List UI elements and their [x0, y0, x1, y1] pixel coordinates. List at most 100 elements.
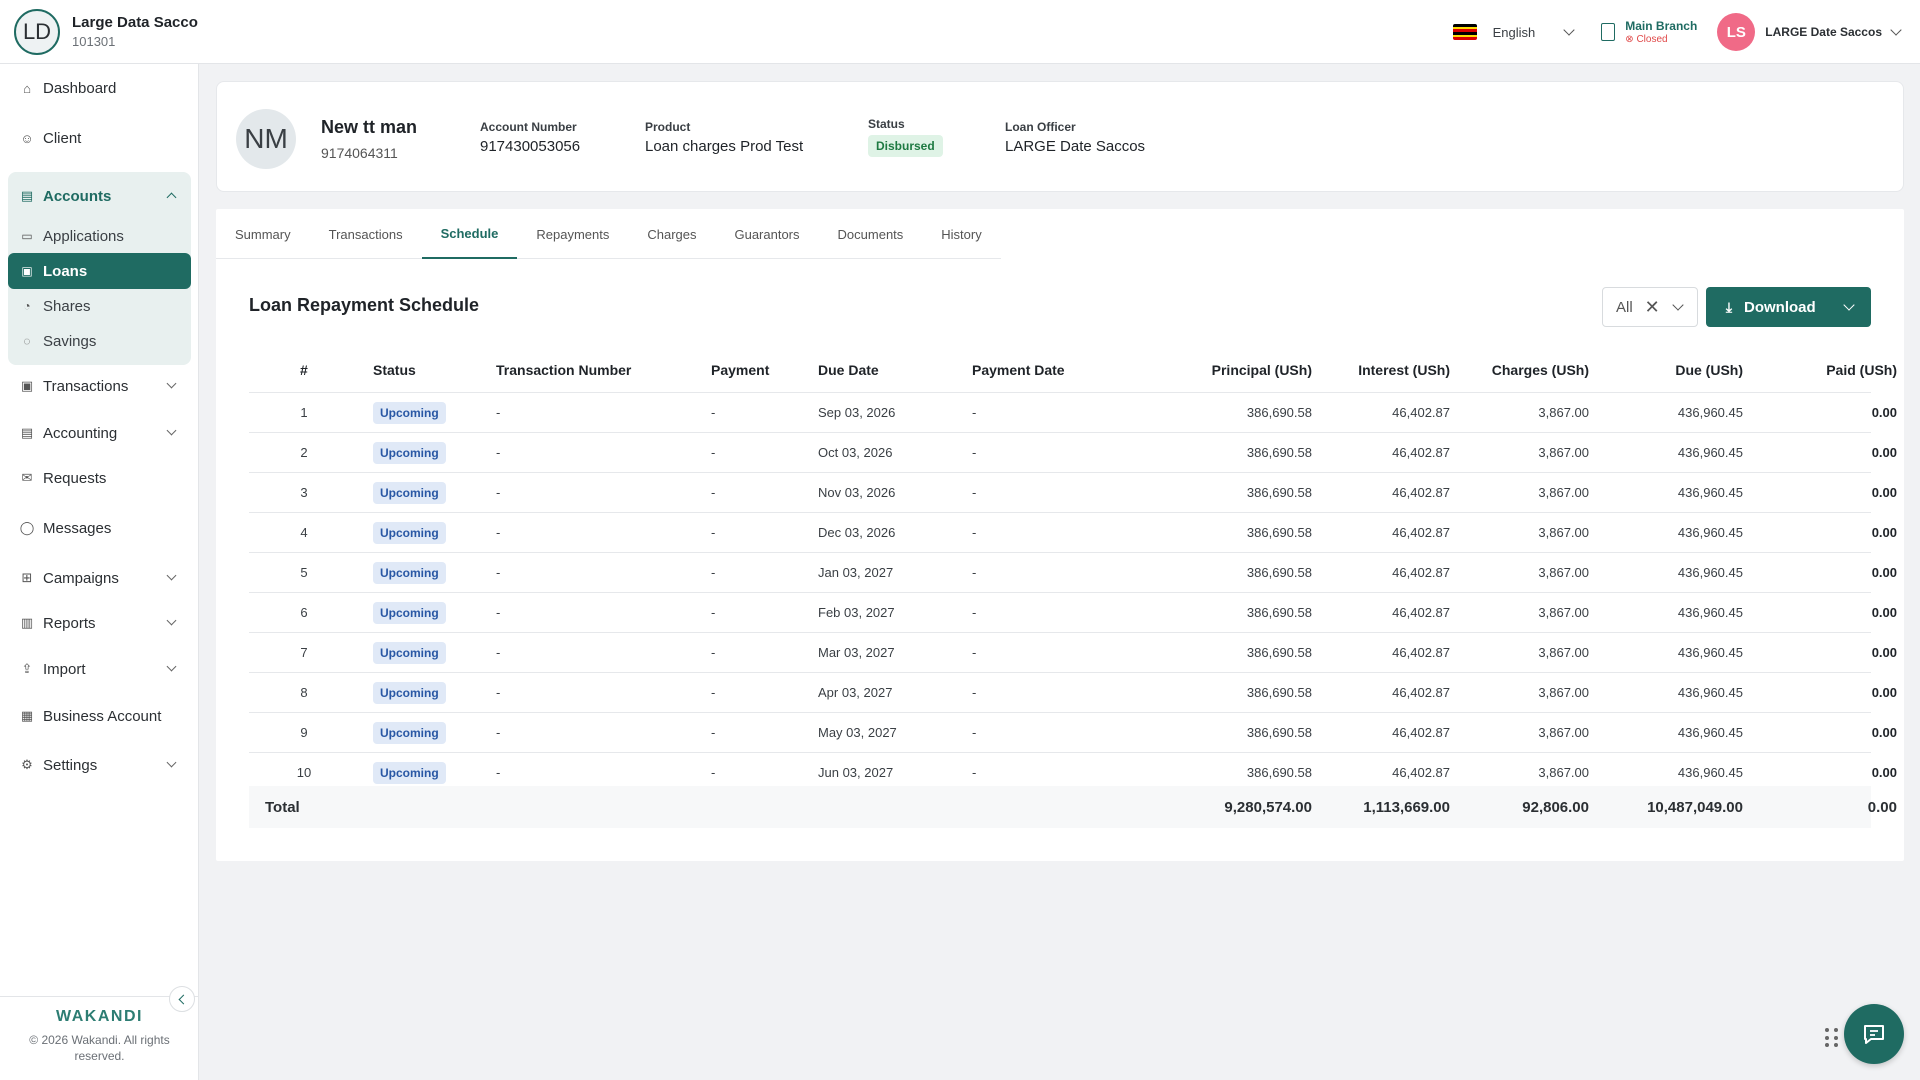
sidebar-item-client[interactable]: ☺ Client	[8, 120, 191, 156]
chevron-down-icon[interactable]	[1890, 24, 1902, 36]
sidebar-item-label: Reports	[43, 614, 96, 632]
table-row[interactable]: 6 Upcoming - - Feb 03, 2027 - 386,690.58 46,402…	[249, 593, 1897, 633]
loan-icon: ▣	[21, 264, 33, 278]
table-row[interactable]: 4 Upcoming - - Dec 03, 2026 - 386,690.58 46,402…	[249, 513, 1897, 553]
schedule-panel: Summary Transactions Schedule Repayments…	[216, 209, 1904, 861]
chevron-down-icon[interactable]	[1843, 299, 1855, 311]
row-number: 8	[300, 685, 308, 700]
status-badge: Upcoming	[373, 721, 446, 744]
sidebar-item-label: Messages	[43, 519, 112, 537]
sidebar-item-shares[interactable]: ◔ Shares	[8, 288, 191, 324]
gear-icon: ⚙	[21, 757, 33, 772]
row-due-date: Jan 03, 2027	[818, 565, 894, 580]
sidebar-item-reports[interactable]: ▥ Reports	[8, 605, 191, 641]
support-chat-button[interactable]	[1844, 1004, 1904, 1064]
row-status: Upcoming	[373, 473, 446, 512]
status-field: Status Disbursed	[868, 117, 943, 157]
column-header: Paid (USh)	[1826, 361, 1897, 378]
tab-repayments[interactable]: Repayments	[517, 209, 628, 259]
total-charges: 92,806.00	[1522, 798, 1589, 816]
branch-status-text: Closed	[1636, 34, 1668, 45]
sidebar-item-label: Accounting	[43, 424, 118, 442]
column-header: Interest (USh)	[1358, 361, 1450, 378]
row-due-date: Dec 03, 2026	[818, 525, 896, 540]
sidebar-item-label: Campaigns	[43, 569, 119, 587]
row-due: 436,960.45	[1677, 525, 1743, 540]
sidebar-item-accounts[interactable]: ▤ Accounts	[8, 178, 191, 214]
sidebar-item-label: Savings	[43, 332, 97, 350]
row-paid: 0.00	[1871, 485, 1897, 500]
status-badge: Disbursed	[868, 135, 943, 157]
table-row[interactable]: 2 Upcoming - - Oct 03, 2026 - 386,690.58 46,402…	[249, 433, 1897, 473]
chevron-down-icon[interactable]	[1672, 299, 1684, 311]
user-name[interactable]: LARGE Date Saccos	[1765, 25, 1882, 39]
row-charges: 3,867.00	[1538, 565, 1589, 580]
chevron-left-icon	[178, 994, 189, 1004]
row-status: Upcoming	[373, 713, 446, 752]
grid-icon: ⊞	[21, 570, 33, 585]
row-charges: 3,867.00	[1538, 725, 1589, 740]
briefcase-icon: ▦	[20, 708, 34, 723]
sidebar-item-accounting[interactable]: ▤ Accounting	[8, 415, 191, 451]
row-principal: 386,690.58	[1246, 445, 1312, 460]
row-status: Upcoming	[373, 393, 446, 432]
chevron-up-icon	[166, 192, 177, 203]
row-principal: 386,690.58	[1246, 645, 1312, 660]
drag-handle-icon[interactable]	[1825, 1028, 1839, 1048]
row-due: 436,960.45	[1677, 605, 1743, 620]
chevron-down-icon[interactable]	[1563, 24, 1575, 36]
total-label: Total	[265, 798, 300, 816]
row-charges: 3,867.00	[1538, 525, 1589, 540]
status-badge: Upcoming	[373, 521, 446, 544]
row-paid: 0.00	[1871, 725, 1897, 740]
status-badge: Upcoming	[373, 641, 446, 664]
tab-schedule[interactable]: Schedule	[421, 209, 518, 259]
column-header: Due Date	[818, 361, 879, 378]
row-due: 436,960.45	[1677, 565, 1743, 580]
sidebar-item-requests[interactable]: ✉ Requests	[8, 460, 191, 496]
status-filter-select[interactable]: All ✕	[1602, 287, 1698, 327]
row-interest: 46,402.87	[1392, 645, 1450, 660]
row-interest: 46,402.87	[1392, 485, 1450, 500]
document-icon: ▭	[21, 229, 33, 243]
sidebar-item-label: Settings	[43, 756, 98, 774]
row-number: 5	[300, 565, 308, 580]
table-row[interactable]: 1 Upcoming - - Sep 03, 2026 - 386,690.58 46,402…	[249, 393, 1897, 433]
sidebar-item-applications[interactable]: ▭ Applications	[8, 218, 191, 254]
table-row[interactable]: 8 Upcoming - - Apr 03, 2027 - 386,690.58 46,402…	[249, 673, 1897, 713]
tab-guarantors[interactable]: Guarantors	[715, 209, 818, 259]
sidebar-item-dashboard[interactable]: ⌂ Dashboard	[8, 70, 191, 106]
filter-value: All	[1616, 298, 1633, 316]
clear-icon[interactable]: ✕	[1645, 297, 1660, 318]
sidebar-item-import[interactable]: ⇪ Import	[8, 651, 191, 687]
branch-switcher[interactable]: Main Branch ⊗ Closed	[1601, 19, 1697, 45]
user-avatar[interactable]: LS	[1717, 13, 1756, 51]
sidebar-item-savings[interactable]: ◌ Savings	[8, 323, 191, 359]
sidebar-item-campaigns[interactable]: ⊞ Campaigns	[8, 560, 191, 596]
table-row[interactable]: 9 Upcoming - - May 03, 2027 - 386,690.58 46,402…	[249, 713, 1897, 753]
table-row[interactable]: 5 Upcoming - - Jan 03, 2027 - 386,690.58 46,402…	[249, 553, 1897, 593]
sidebar-item-business-account[interactable]: ▦ Business Account	[8, 698, 191, 734]
row-interest: 46,402.87	[1392, 445, 1450, 460]
table-row[interactable]: 7 Upcoming - - Mar 03, 2027 - 386,690.58 46,402…	[249, 633, 1897, 673]
table-row[interactable]: 3 Upcoming - - Nov 03, 2026 - 386,690.58 46,402…	[249, 473, 1897, 513]
sidebar-item-settings[interactable]: ⚙ Settings	[8, 747, 191, 783]
tab-documents[interactable]: Documents	[819, 209, 923, 259]
org-switcher[interactable]: LD Large Data Sacco 101301	[14, 8, 198, 55]
tab-summary[interactable]: Summary	[216, 209, 310, 259]
download-button[interactable]: ⤓ Download	[1706, 287, 1871, 327]
row-number: 6	[300, 605, 308, 620]
upload-icon: ⇪	[21, 661, 33, 676]
sidebar-item-label: Import	[43, 660, 86, 678]
table-body: 1 Upcoming - - Sep 03, 2026 - 386,690.58 46,402…	[249, 393, 1897, 793]
row-payment: -	[711, 645, 716, 660]
tab-history[interactable]: History	[922, 209, 1000, 259]
sidebar-item-messages[interactable]: ◯ Messages	[8, 510, 191, 546]
tab-transactions[interactable]: Transactions	[310, 209, 422, 259]
sidebar-item-loans[interactable]: ▣ Loans	[8, 253, 191, 289]
sidebar-item-transactions[interactable]: ▣ Transactions	[8, 368, 191, 404]
tab-charges[interactable]: Charges	[628, 209, 715, 259]
language-select[interactable]: English	[1493, 25, 1536, 40]
chevron-down-icon	[166, 425, 177, 436]
chat-bubble-icon	[1864, 1025, 1884, 1044]
